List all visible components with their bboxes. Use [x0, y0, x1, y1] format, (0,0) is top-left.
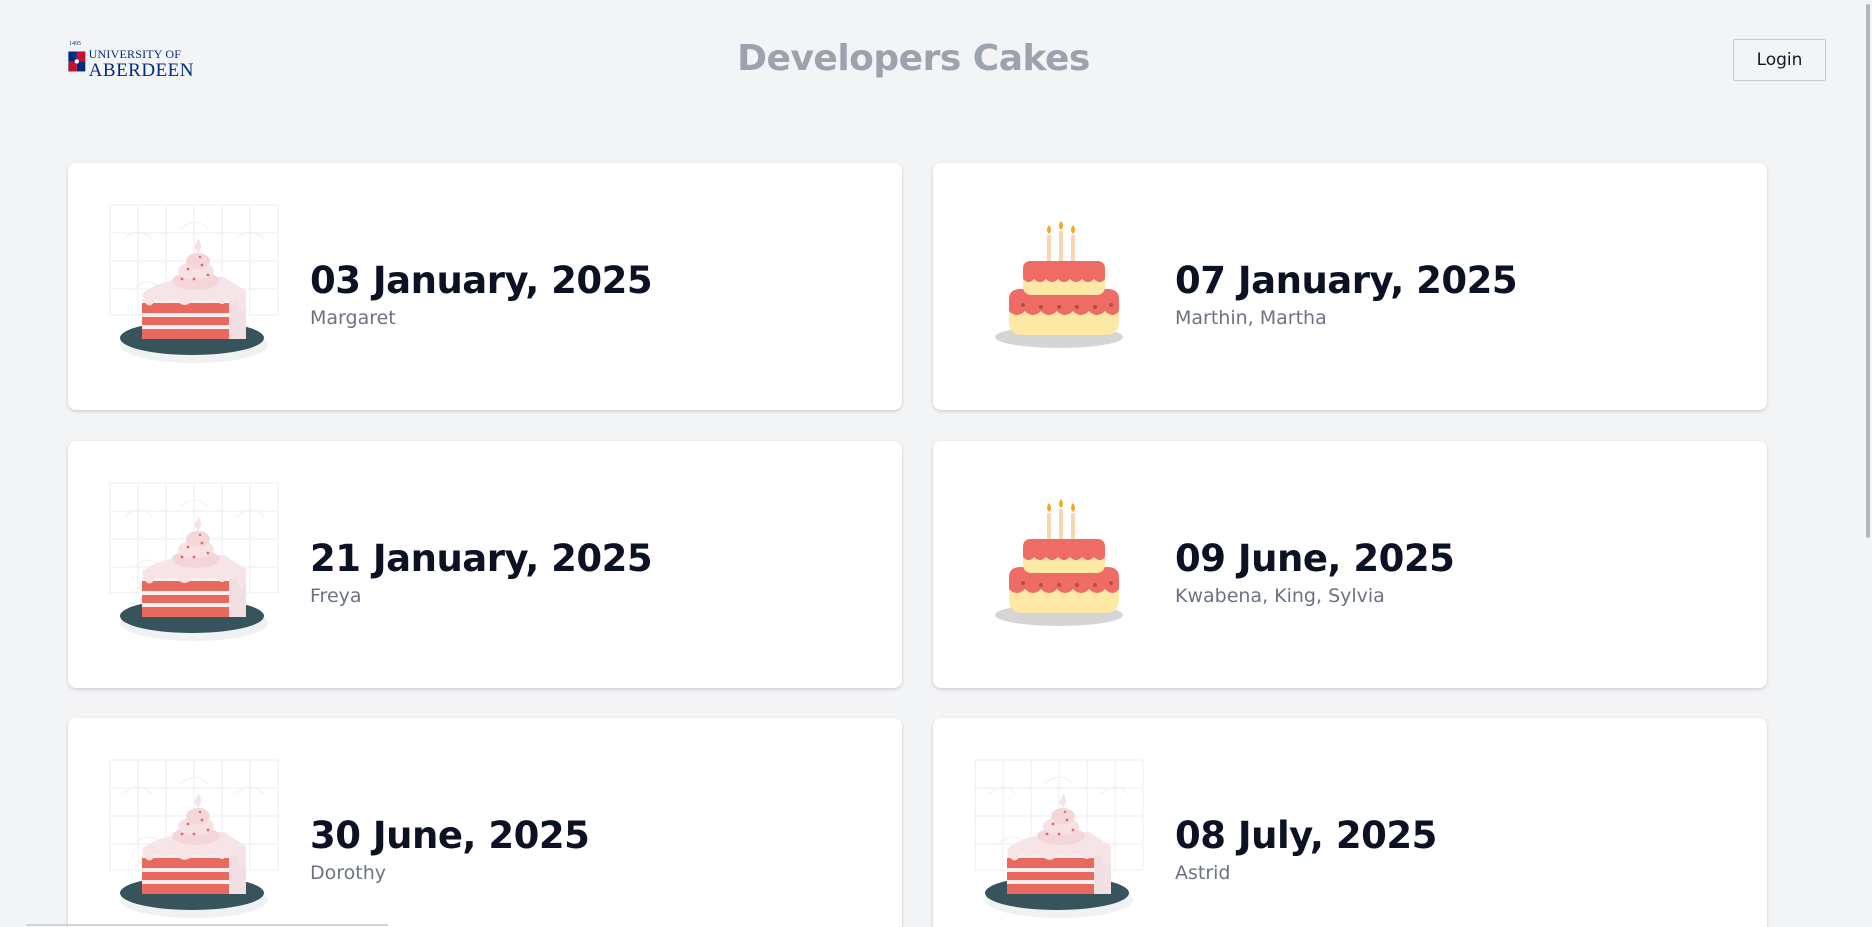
page: 1495 UNIVERSITY OF ABERDEEN Developers C… [0, 0, 1872, 927]
card-date: 07 January, 2025 [1175, 259, 1518, 302]
cake-slice-icon [104, 754, 284, 927]
card-date: 08 July, 2025 [1175, 814, 1437, 857]
birthday-cake-icon [969, 477, 1149, 652]
birthday-card[interactable]: 09 June, 2025 Kwabena, King, Sylvia [933, 441, 1767, 688]
card-names: Margaret [310, 307, 396, 329]
birthday-cake-icon [969, 199, 1149, 374]
card-names: Freya [310, 585, 362, 607]
card-names: Marthin, Martha [1175, 307, 1327, 329]
card-names: Astrid [1175, 862, 1231, 884]
card-names: Kwabena, King, Sylvia [1175, 585, 1385, 607]
login-button[interactable]: Login [1733, 39, 1826, 81]
card-date: 09 June, 2025 [1175, 537, 1455, 580]
card-date: 30 June, 2025 [310, 814, 590, 857]
cake-slice-icon [104, 199, 284, 374]
page-title: Developers Cakes [737, 38, 1090, 79]
birthday-card[interactable]: 08 July, 2025 Astrid [933, 718, 1767, 927]
birthday-card[interactable]: 07 January, 2025 Marthin, Martha [933, 163, 1767, 410]
cake-slice-icon [104, 477, 284, 652]
birthday-card[interactable]: 30 June, 2025 Dorothy [68, 718, 902, 927]
card-names: Dorothy [310, 862, 387, 884]
birthday-card[interactable]: 03 January, 2025 Margaret [68, 163, 902, 410]
card-date: 21 January, 2025 [310, 537, 653, 580]
horizontal-scrollbar[interactable] [26, 924, 388, 926]
cake-slice-icon [969, 754, 1149, 927]
card-date: 03 January, 2025 [310, 259, 653, 302]
birthday-card[interactable]: 21 January, 2025 Freya [68, 441, 902, 688]
scrollbar-thumb[interactable] [1866, 4, 1870, 538]
